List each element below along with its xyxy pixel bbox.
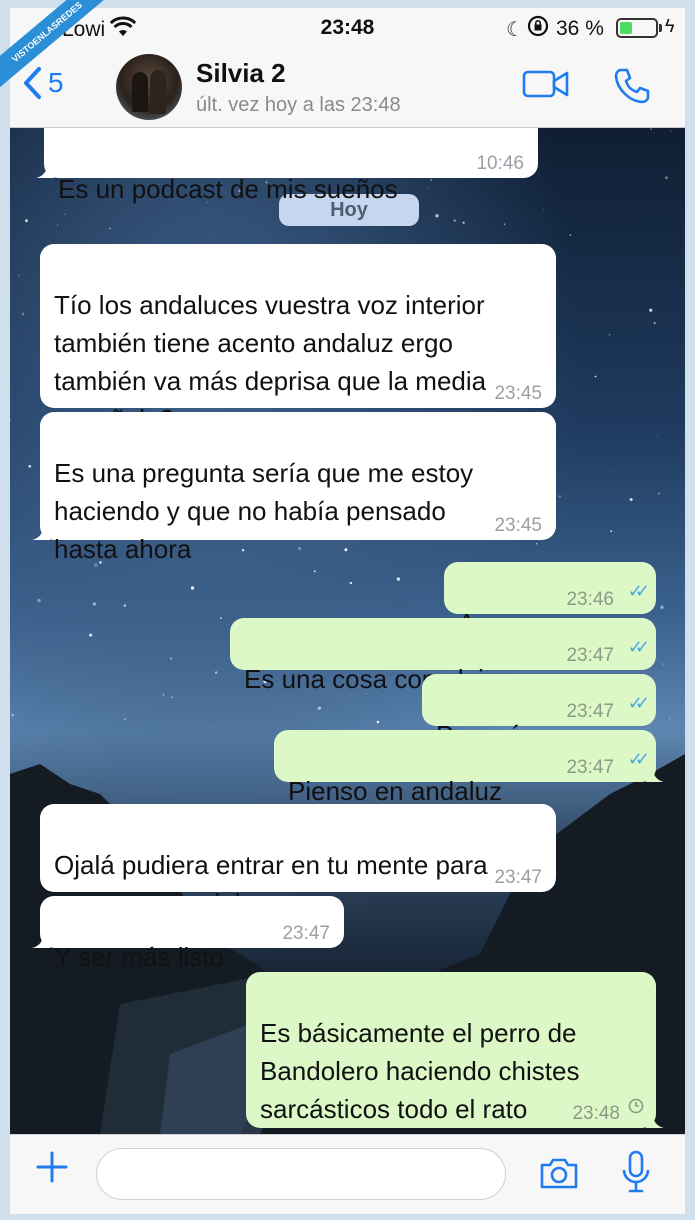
message-text: Pienso en andaluz <box>288 776 502 806</box>
double-check-icon: ✓✓ <box>627 581 650 601</box>
message-bubble-incoming[interactable]: Tío los andaluces vuestra voz interior t… <box>40 244 556 434</box>
battery-icon <box>616 18 658 38</box>
message-input[interactable] <box>96 1148 506 1200</box>
microphone-icon <box>622 1150 650 1193</box>
chat-header: 5 Silvia 2 últ. vez hoy a las 23:48 <box>10 48 685 128</box>
camera-icon <box>540 1158 578 1189</box>
message-bubble-outgoing[interactable]: Es una cosa compleja 23:47 ✓✓ <box>230 618 656 694</box>
message-text: Y ser más listo <box>54 942 225 972</box>
message-time: 23:46 <box>566 589 614 610</box>
message-text: Es básicamente el perro de Bandolero hac… <box>260 1018 580 1124</box>
message-time: 23:45 <box>494 515 542 536</box>
double-check-icon: ✓✓ <box>627 749 650 769</box>
battery-percent: 36 % <box>556 17 604 40</box>
plus-icon <box>36 1151 68 1183</box>
message-bubble-incoming[interactable]: Es una pregunta sería que me estoy hacie… <box>32 412 556 564</box>
clock-pending-icon <box>628 1048 644 1124</box>
message-bubble-incoming[interactable]: Y ser más listo 23:47 <box>32 896 344 972</box>
video-call-button[interactable] <box>522 68 570 105</box>
status-bar: Lowi 23:48 ☾ 36 % ϟ <box>10 8 685 48</box>
phone-icon <box>614 68 650 104</box>
message-bubble-incoming[interactable]: Ojalá pudiera entrar en tu mente para pe… <box>40 804 556 918</box>
message-time: 23:45 <box>494 383 542 404</box>
message-bubble-outgoing[interactable]: Es básicamente el perro de Bandolero hac… <box>246 972 664 1128</box>
contact-name[interactable]: Silvia 2 <box>196 58 286 89</box>
message-time: 23:47 <box>494 867 542 888</box>
rotation-lock-icon <box>527 15 549 43</box>
double-check-icon: ✓✓ <box>627 637 650 657</box>
message-bubble-outgoing[interactable]: A ver 23:46 ✓✓ <box>444 562 656 638</box>
message-bubble-outgoing[interactable]: Pero sí 23:47 ✓✓ <box>422 674 656 750</box>
microphone-button[interactable] <box>620 1149 652 1200</box>
message-time: 23:47 <box>566 757 614 778</box>
message-bubble-outgoing[interactable]: Pienso en andaluz 23:47 ✓✓ <box>274 730 664 806</box>
back-button[interactable]: 5 <box>22 66 64 100</box>
voice-call-button[interactable] <box>612 66 652 111</box>
chevron-left-icon <box>24 67 41 99</box>
avatar[interactable] <box>116 54 182 120</box>
message-composer <box>10 1134 685 1214</box>
attach-plus-button[interactable] <box>34 1149 70 1193</box>
message-time: 23:47 <box>566 645 614 666</box>
camera-button[interactable] <box>538 1155 580 1196</box>
message-time: 23:48 <box>572 1103 620 1124</box>
double-check-icon: ✓✓ <box>627 693 650 713</box>
video-camera-icon <box>522 70 569 98</box>
unread-count: 5 <box>48 67 64 98</box>
message-text: Es un podcast de mis sueños <box>58 174 398 204</box>
chat-area[interactable]: Hoy Es un podcast de mis sueños 10:46 Tí… <box>10 128 685 1134</box>
last-seen-status: últ. vez hoy a las 23:48 <box>196 94 401 116</box>
charging-icon: ϟ <box>665 16 675 36</box>
do-not-disturb-icon: ☾ <box>506 19 524 41</box>
message-time: 10:46 <box>476 153 524 174</box>
message-time: 23:47 <box>566 701 614 722</box>
phone-screen: Lowi 23:48 ☾ 36 % ϟ 5 Silvia 2 últ. vez … <box>10 8 685 1214</box>
message-bubble-incoming[interactable]: Es un podcast de mis sueños 10:46 <box>36 128 538 204</box>
message-time: 23:47 <box>282 923 330 944</box>
